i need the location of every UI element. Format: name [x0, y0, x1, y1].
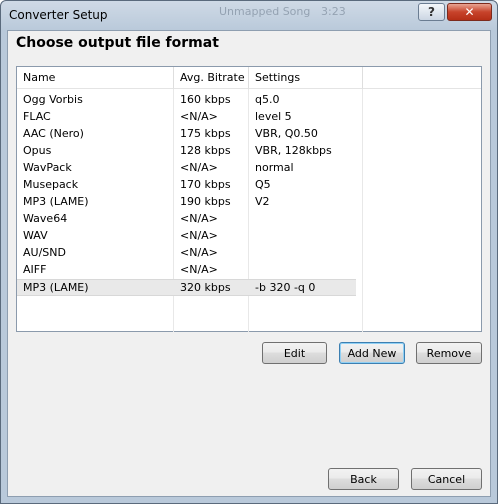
- table-row[interactable]: WAV <N/A>: [17, 228, 356, 245]
- column-header-filler: [363, 67, 481, 89]
- cell-name: MP3 (LAME): [23, 281, 89, 294]
- cell-name: Opus: [23, 144, 52, 157]
- cell-bitrate: 190 kbps: [180, 195, 231, 208]
- content-panel: Choose output file format Name Avg. Bitr…: [7, 30, 491, 497]
- cell-settings: VBR, Q0.50: [255, 127, 318, 140]
- cell-bitrate: 170 kbps: [180, 178, 231, 191]
- table-row[interactable]: Musepack 170 kbps Q5: [17, 177, 356, 194]
- table-row[interactable]: FLAC <N/A> level 5: [17, 109, 356, 126]
- close-button[interactable]: ✕: [447, 3, 492, 21]
- column-divider: [362, 89, 363, 332]
- column-header-name[interactable]: Name: [17, 67, 174, 89]
- table-row[interactable]: Wave64 <N/A>: [17, 211, 356, 228]
- table-row[interactable]: WavPack <N/A> normal: [17, 160, 356, 177]
- table-row[interactable]: AU/SND <N/A>: [17, 245, 356, 262]
- column-header-settings[interactable]: Settings: [249, 67, 363, 89]
- table-row[interactable]: AAC (Nero) 175 kbps VBR, Q0.50: [17, 126, 356, 143]
- cell-bitrate: 128 kbps: [180, 144, 231, 157]
- cancel-button[interactable]: Cancel: [411, 468, 482, 490]
- cell-name: AAC (Nero): [23, 127, 84, 140]
- help-button[interactable]: ?: [418, 3, 445, 21]
- background-window-text: Unmapped Song: [219, 5, 311, 18]
- add-new-button[interactable]: Add New: [339, 342, 405, 364]
- back-button[interactable]: Back: [328, 468, 399, 490]
- table-row[interactable]: Ogg Vorbis 160 kbps q5.0: [17, 92, 356, 109]
- cell-name: Wave64: [23, 212, 68, 225]
- cell-settings: V2: [255, 195, 270, 208]
- cell-name: AU/SND: [23, 246, 66, 259]
- cell-bitrate: <N/A>: [180, 263, 218, 276]
- page-title: Choose output file format: [16, 35, 219, 51]
- cell-bitrate: <N/A>: [180, 110, 218, 123]
- help-icon: ?: [428, 5, 435, 19]
- table-row[interactable]: MP3 (LAME) 320 kbps -b 320 -q 0: [17, 279, 356, 296]
- cell-bitrate: 160 kbps: [180, 93, 231, 106]
- table-row[interactable]: AIFF <N/A>: [17, 262, 356, 279]
- column-header-bitrate[interactable]: Avg. Bitrate: [174, 67, 249, 89]
- cell-name: AIFF: [23, 263, 47, 276]
- cell-bitrate: <N/A>: [180, 161, 218, 174]
- table-row[interactable]: MP3 (LAME) 190 kbps V2: [17, 194, 356, 211]
- background-window-text: 3:23: [321, 5, 346, 18]
- cell-name: WavPack: [23, 161, 72, 174]
- cell-settings: level 5: [255, 110, 292, 123]
- format-list[interactable]: Name Avg. Bitrate Settings Ogg Vorbis 160…: [16, 66, 482, 332]
- converter-setup-window: Converter Setup Unmapped Song 3:23 ? ✕ C…: [0, 0, 498, 504]
- cell-name: Musepack: [23, 178, 79, 191]
- cell-settings: -b 320 -q 0: [255, 281, 316, 294]
- cell-bitrate: <N/A>: [180, 229, 218, 242]
- cell-settings: VBR, 128kbps: [255, 144, 332, 157]
- remove-button[interactable]: Remove: [416, 342, 482, 364]
- title-bar[interactable]: Converter Setup Unmapped Song 3:23 ? ✕: [1, 1, 497, 29]
- cell-settings: q5.0: [255, 93, 280, 106]
- cell-name: Ogg Vorbis: [23, 93, 83, 106]
- cell-settings: Q5: [255, 178, 271, 191]
- cell-bitrate: <N/A>: [180, 246, 218, 259]
- cell-name: WAV: [23, 229, 48, 242]
- close-icon: ✕: [464, 5, 475, 19]
- cell-bitrate: 175 kbps: [180, 127, 231, 140]
- window-title: Converter Setup: [9, 8, 108, 22]
- cell-settings: normal: [255, 161, 294, 174]
- cell-bitrate: 320 kbps: [180, 281, 231, 294]
- edit-button[interactable]: Edit: [262, 342, 327, 364]
- table-row[interactable]: Opus 128 kbps VBR, 128kbps: [17, 143, 356, 160]
- cell-bitrate: <N/A>: [180, 212, 218, 225]
- cell-name: MP3 (LAME): [23, 195, 89, 208]
- cell-name: FLAC: [23, 110, 51, 123]
